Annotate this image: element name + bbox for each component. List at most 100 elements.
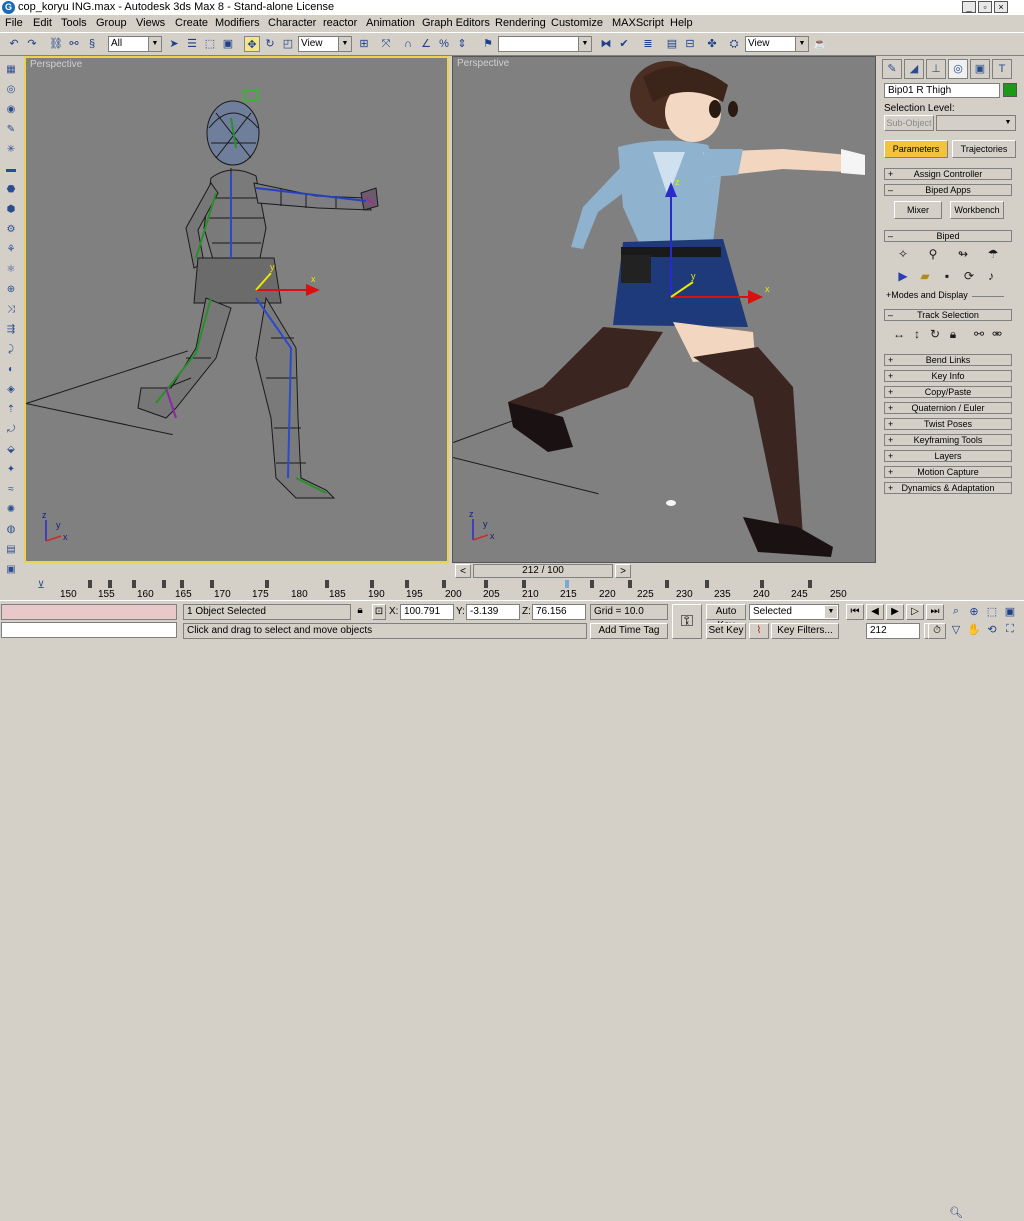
body-vertical-icon[interactable]: ↕ — [908, 326, 926, 342]
mixer-mode-icon[interactable]: ☂ — [984, 246, 1002, 262]
key-marker[interactable] — [180, 580, 184, 588]
maxscript-input[interactable] — [1, 622, 177, 638]
redo-icon[interactable]: ↷ — [24, 36, 40, 52]
zoom-all-icon[interactable]: ⊕ — [966, 605, 982, 621]
zoom-extents-icon[interactable]: ⬚ — [984, 605, 1000, 621]
key-marker[interactable] — [210, 580, 214, 588]
select-link-icon[interactable]: ⛓ — [48, 36, 64, 52]
time-prev-icon[interactable]: < — [455, 564, 471, 578]
convert-icon[interactable]: ⟳ — [960, 268, 978, 284]
time-slider[interactable]: 212 / 100 — [473, 564, 613, 578]
key-marker[interactable] — [162, 580, 166, 588]
track-ruler[interactable]: 150 155 160 165 170 175 180 185 190 195 … — [60, 578, 868, 600]
key-marker[interactable] — [522, 580, 526, 588]
rollout-dynamics-adaptation[interactable]: + Dynamics & Adaptation — [884, 482, 1012, 494]
create-tab-icon[interactable]: ✎ — [882, 59, 902, 79]
menu-maxscript[interactable]: MAXScript — [612, 17, 664, 29]
select-rotate-icon[interactable]: ↻ — [262, 36, 278, 52]
body-rotation-icon[interactable]: ↻ — [926, 326, 944, 342]
tool-icon-4[interactable]: ✎ — [3, 122, 19, 138]
menu-help[interactable]: Help — [670, 17, 693, 29]
key-marker[interactable] — [628, 580, 632, 588]
mini-curve-editor-icon[interactable]: ⊻ — [34, 580, 48, 594]
menu-group[interactable]: Group — [96, 17, 127, 29]
previous-frame-icon[interactable]: ◀ — [866, 604, 884, 620]
render-scene-icon[interactable]: ⛭ — [726, 36, 742, 52]
key-marker[interactable] — [405, 580, 409, 588]
zoom-extents-all-icon[interactable]: ▣ — [1002, 605, 1018, 621]
tool-icon-6[interactable]: ▬ — [3, 162, 19, 178]
pivot-point-icon[interactable]: ⊞ — [356, 36, 372, 52]
tool-icon-24[interactable]: ◍ — [3, 522, 19, 538]
hierarchy-tab-icon[interactable]: ⊥ — [926, 59, 946, 79]
modify-tab-icon[interactable]: ◢ — [904, 59, 924, 79]
window-crossing-icon[interactable]: ▣ — [220, 36, 236, 52]
layer-manager-icon[interactable]: ≣ — [640, 36, 656, 52]
object-name-field[interactable]: Bip01 R Thigh — [884, 83, 1000, 98]
x-coordinate-field[interactable]: 100.791 — [400, 604, 454, 620]
next-frame-icon[interactable]: ▷ — [906, 604, 924, 620]
workbench-button[interactable]: Workbench — [950, 201, 1004, 219]
close-button[interactable]: × — [994, 1, 1008, 13]
add-time-tag-button[interactable]: Add Time Tag — [590, 623, 668, 639]
time-next-icon[interactable]: > — [615, 564, 631, 578]
key-marker[interactable] — [132, 580, 136, 588]
menu-customize[interactable]: Customize — [551, 17, 603, 29]
set-key-icon[interactable]: ⚿ — [672, 604, 702, 639]
transform-mode-icon[interactable]: ⊡ — [372, 604, 386, 620]
y-coordinate-field[interactable]: -3.139 — [466, 604, 520, 620]
tool-icon-14[interactable]: ⇶ — [3, 322, 19, 338]
maxscript-listener-mini[interactable] — [1, 604, 177, 620]
symmetrical-icon[interactable]: ⚯ — [970, 326, 988, 342]
field-of-view-icon[interactable]: ▽ — [948, 623, 964, 639]
object-color-swatch[interactable] — [1003, 83, 1017, 97]
motion-flow-icon[interactable]: ↬ — [954, 246, 972, 262]
key-marker[interactable] — [665, 580, 669, 588]
key-marker[interactable] — [325, 580, 329, 588]
menu-reactor[interactable]: reactor — [323, 17, 357, 29]
tool-icon-10[interactable]: ⚘ — [3, 242, 19, 258]
go-to-end-icon[interactable]: ⏭ — [926, 604, 944, 620]
tool-icon-12[interactable]: ⊕ — [3, 282, 19, 298]
selection-filter-dropdown[interactable]: All ▼ — [108, 36, 162, 52]
rollout-key-info[interactable]: + Key Info — [884, 370, 1012, 382]
select-move-icon[interactable]: ✥ — [244, 36, 260, 52]
tool-icon-7[interactable]: ⬣ — [3, 182, 19, 198]
material-editor-icon[interactable]: ✤ — [704, 36, 720, 52]
tool-icon-17[interactable]: ◈ — [3, 382, 19, 398]
biped-playback-icon[interactable]: ▶ — [894, 268, 912, 284]
maximize-viewport-icon[interactable]: ⛶ — [1002, 623, 1018, 639]
tool-icon-8[interactable]: ⬢ — [3, 202, 19, 218]
rollout-layers[interactable]: + Layers — [884, 450, 1012, 462]
rollout-biped[interactable]: – Biped — [884, 230, 1012, 242]
tool-icon-22[interactable]: ≈ — [3, 482, 19, 498]
pan-icon[interactable]: ✋ — [966, 623, 982, 639]
app-icon[interactable]: G — [2, 1, 15, 14]
snap-3d-icon[interactable]: ∩ — [400, 36, 416, 52]
opposite-icon[interactable]: ⚮ — [988, 326, 1006, 342]
menu-rendering[interactable]: Rendering — [495, 17, 546, 29]
viewport-perspective-right[interactable]: Perspective x z y z x y — [452, 56, 876, 563]
spinner-snap-icon[interactable]: ⇕ — [454, 36, 470, 52]
key-marker[interactable] — [705, 580, 709, 588]
menu-file[interactable]: File — [5, 17, 23, 29]
trajectories-tab[interactable]: Trajectories — [952, 140, 1016, 158]
lock-cob-icon[interactable]: 🔒︎ — [944, 326, 962, 342]
quick-render-icon[interactable]: ☕ — [812, 36, 828, 52]
rollout-biped-apps[interactable]: – Biped Apps — [884, 184, 1012, 196]
select-object-icon[interactable]: ➤ — [166, 36, 182, 52]
reference-coordinate-dropdown[interactable]: View ▼ — [298, 36, 352, 52]
tool-icon-9[interactable]: ⚙ — [3, 222, 19, 238]
unlink-icon[interactable]: ⚯ — [66, 36, 82, 52]
schematic-view-icon[interactable]: ⊟ — [682, 36, 698, 52]
maximize-button[interactable]: ▫ — [978, 1, 992, 13]
undo-icon[interactable]: ↶ — [6, 36, 22, 52]
tool-icon-5[interactable]: ✳ — [3, 142, 19, 158]
play-icon[interactable]: ▶ — [886, 604, 904, 620]
figure-mode-icon[interactable]: ✧ — [894, 246, 912, 262]
menu-create[interactable]: Create — [175, 17, 208, 29]
key-marker[interactable] — [808, 580, 812, 588]
auto-key-button[interactable]: Auto Key — [706, 604, 746, 631]
edit-named-selection-icon[interactable]: ⚑ — [480, 36, 496, 52]
align-icon[interactable]: ✔ — [616, 36, 632, 52]
